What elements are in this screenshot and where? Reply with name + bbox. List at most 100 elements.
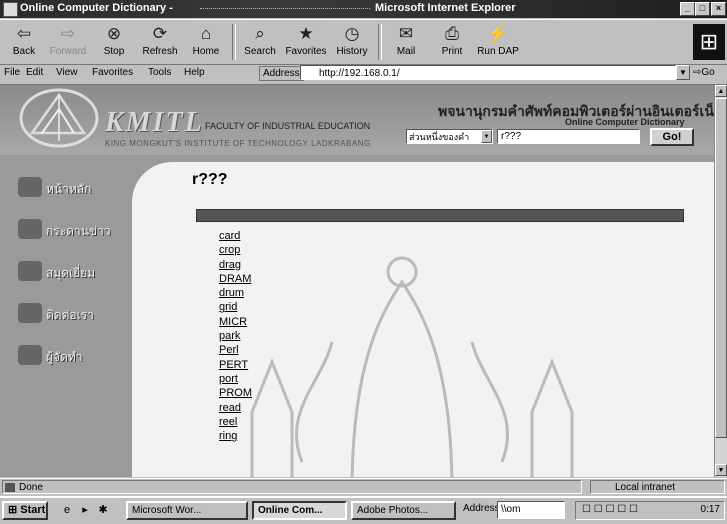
sidebar-item-home[interactable]: หน้าหลัก — [16, 175, 144, 201]
back-label: Back — [12, 46, 36, 57]
forward-label: Forward — [49, 46, 87, 57]
start-button[interactable]: ⊞ Start — [2, 501, 48, 520]
tray-icons[interactable]: ☐ ☐ ☐ ☐ ☐ — [582, 504, 638, 515]
close-button[interactable]: × — [711, 2, 726, 16]
word-link[interactable]: park — [219, 330, 240, 342]
mail-button[interactable]: ✉ Mail — [384, 22, 428, 62]
menu-file[interactable]: File — [4, 67, 20, 78]
task-adobe-photoshop[interactable]: Adobe Photos... — [351, 501, 456, 520]
task-online-dictionary[interactable]: Online Com... — [252, 501, 347, 520]
search-input[interactable]: r??? — [497, 129, 640, 144]
sidebar-item-label: ผู้จัดทำ — [46, 350, 83, 364]
sidebar-item-guestbook[interactable]: สมุดเยี่ยม — [16, 259, 144, 285]
list-item: park — [219, 329, 252, 343]
sidebar-item-authors[interactable]: ผู้จัดทำ — [16, 343, 144, 369]
print-label: Print — [441, 46, 463, 57]
home-icon: ⌂ — [200, 24, 212, 43]
address-input[interactable]: http://192.168.0.1/ — [300, 65, 676, 80]
scroll-down-icon[interactable]: ▼ — [715, 464, 727, 476]
page-icon — [5, 483, 15, 492]
result-divider-bar — [196, 209, 684, 222]
window-title-right: Microsoft Internet Explorer — [375, 2, 516, 14]
menu-favorites[interactable]: Favorites — [92, 67, 133, 78]
taskbar-address-input[interactable]: \\om — [497, 501, 565, 519]
list-item: DRAM — [219, 272, 252, 286]
home-icon — [18, 177, 42, 197]
stop-button[interactable]: ⊗ Stop — [92, 22, 136, 62]
windows-logo-icon: ⊞ — [693, 24, 725, 60]
guestbook-icon — [18, 261, 42, 281]
history-button[interactable]: ◷ History — [330, 22, 374, 62]
scroll-up-icon[interactable]: ▲ — [715, 85, 727, 97]
menu-help[interactable]: Help — [184, 67, 205, 78]
history-label: History — [336, 46, 368, 57]
forward-button[interactable]: ⇨ Forward — [46, 22, 90, 62]
search-mode-select[interactable]: ส่วนหนึ่งของคำ ▼ — [406, 129, 493, 144]
sidebar-item-board[interactable]: กระดานข่าว — [16, 217, 144, 243]
address-go-button[interactable]: ⇨Go — [693, 67, 715, 78]
clock[interactable]: 0:17 — [701, 504, 720, 515]
favorites-button[interactable]: ★ Favorites — [284, 22, 328, 62]
word-link[interactable]: read — [219, 402, 241, 414]
address-dropdown-icon[interactable]: ▼ — [676, 65, 690, 80]
sidebar-item-label: หน้าหลัก — [46, 182, 92, 196]
task-microsoft-word[interactable]: Microsoft Wor... — [126, 501, 248, 520]
back-button[interactable]: ⇦ Back — [2, 22, 46, 62]
mail-icon: ✉ — [398, 24, 414, 43]
word-link[interactable]: MICR — [219, 316, 247, 328]
word-link[interactable]: card — [219, 230, 240, 242]
refresh-label: Refresh — [142, 46, 178, 57]
word-link[interactable]: DRAM — [219, 273, 251, 285]
list-item: Perl — [219, 343, 252, 357]
favorites-label: Favorites — [285, 46, 327, 57]
quicklaunch-ie-icon[interactable]: e — [60, 503, 74, 517]
search-icon: ⌕ — [255, 24, 265, 43]
sidebar-item-contact[interactable]: ติดต่อเรา — [16, 301, 144, 327]
word-link[interactable]: ring — [219, 430, 237, 442]
print-button[interactable]: ⎙ Print — [430, 22, 474, 62]
run-dap-label: Run DAP — [477, 46, 519, 57]
back-arrow-icon: ⇦ — [16, 24, 32, 43]
quicklaunch-desktop-icon[interactable]: ▸ — [78, 503, 92, 517]
address-go-label: Go — [701, 67, 715, 78]
title-bar[interactable]: Online Computer Dictionary - Microsoft I… — [0, 0, 727, 18]
word-link[interactable]: Perl — [219, 344, 239, 356]
sidebar-item-label: สมุดเยี่ยม — [46, 266, 96, 280]
word-link[interactable]: port — [219, 373, 238, 385]
result-heading: r??? — [192, 171, 228, 188]
maximize-button[interactable]: □ — [695, 2, 710, 16]
minimize-button[interactable]: _ — [680, 2, 695, 16]
word-link[interactable]: PERT — [219, 359, 248, 371]
menu-view[interactable]: View — [56, 67, 78, 78]
search-go-button[interactable]: Go! — [650, 128, 694, 146]
list-item: PERT — [219, 358, 252, 372]
ie-app-icon[interactable] — [3, 2, 18, 17]
word-link[interactable]: PROM — [219, 387, 252, 399]
print-icon: ⎙ — [445, 24, 459, 43]
word-link[interactable]: drum — [219, 287, 244, 299]
vertical-scrollbar[interactable]: ▲ ▼ — [714, 85, 727, 477]
quicklaunch-channels-icon[interactable]: ✱ — [96, 503, 110, 517]
site-title-english: Online Computer Dictionary — [565, 117, 685, 127]
run-dap-button[interactable]: ⚡ Run DAP — [476, 22, 520, 62]
list-item: card — [219, 229, 252, 243]
menu-tools[interactable]: Tools — [148, 67, 171, 78]
search-button[interactable]: ⌕ Search — [238, 22, 282, 62]
status-panel: Done — [2, 480, 582, 494]
word-link[interactable]: reel — [219, 416, 237, 428]
menu-edit[interactable]: Edit — [26, 67, 43, 78]
sidebar-item-label: ติดต่อเรา — [46, 308, 94, 322]
word-link[interactable]: grid — [219, 301, 237, 313]
windows-taskbar: ⊞ Start e ▸ ✱ Microsoft Wor... Online Co… — [0, 496, 727, 524]
history-icon: ◷ — [344, 24, 360, 43]
toolbar-separator — [232, 24, 236, 60]
home-button[interactable]: ⌂ Home — [184, 22, 228, 62]
word-link[interactable]: drag — [219, 259, 241, 271]
word-link[interactable]: crop — [219, 244, 240, 256]
brand-logo-text: KMITL — [105, 107, 204, 138]
chevron-down-icon[interactable]: ▼ — [481, 130, 492, 143]
search-label: Search — [244, 46, 276, 57]
refresh-button[interactable]: ⟳ Refresh — [138, 22, 182, 62]
scroll-thumb[interactable] — [715, 98, 727, 438]
result-word-list: card crop drag DRAM drum grid MICR park … — [219, 229, 252, 443]
